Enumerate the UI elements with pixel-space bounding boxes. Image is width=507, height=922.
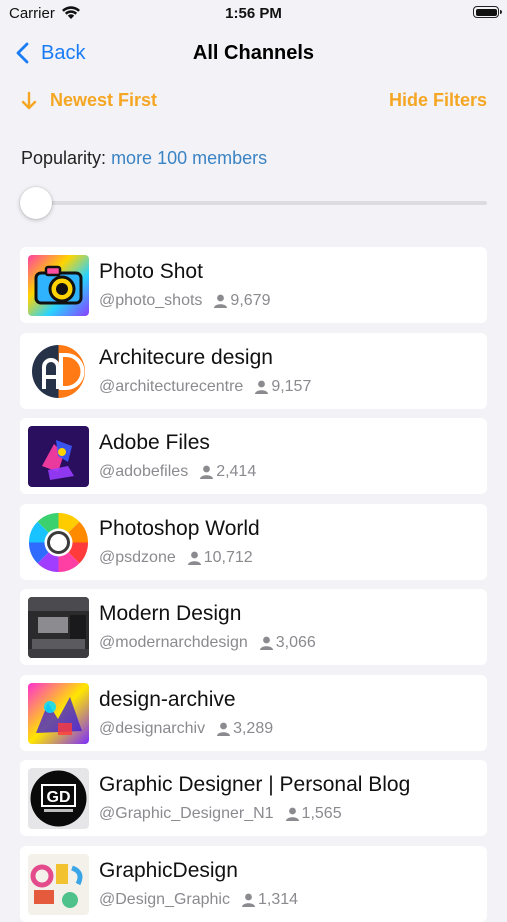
channel-card[interactable]: Photoshop World @psdzone 10,712 [20,503,487,580]
status-bar: Carrier 1:56 PM [0,0,507,28]
channel-meta: @adobefiles 2,414 [99,463,256,481]
member-count: 9,157 [271,377,312,395]
sort-label: Newest First [50,90,158,110]
letters-collage-icon [28,853,89,915]
channel-name: Photo Shot [99,260,203,283]
channel-card[interactable]: Photo Shot @photo_shots 9,679 [20,247,487,323]
popularity-slider[interactable] [20,186,487,220]
member-count: 9,679 [230,292,271,309]
member-count: 2,414 [216,463,257,480]
person-icon [187,551,201,565]
channel-handle: @adobefiles [99,463,189,480]
page-title: All Channels [192,42,315,64]
person-icon [285,807,299,821]
person-icon [200,465,214,479]
channel-name: design-archive [99,687,236,711]
channel-name: Modern Design [99,602,242,625]
person-icon [255,380,269,394]
status-time: 1:56 PM [225,5,282,22]
channel-handle: @photo_shots [99,292,203,309]
navigation-bar: Back All Channels [0,36,507,70]
hide-filters-button[interactable]: Hide Filters [389,90,487,111]
adobe-files-art-icon [28,426,89,487]
popularity-label: Popularity: [21,148,107,168]
svg-text:GD: GD [47,789,71,806]
channel-handle: @designarchiv [99,719,206,737]
sort-button[interactable]: Newest First [20,90,157,111]
channel-meta: @psdzone 10,712 [99,549,253,567]
color-wheel-logo-icon [28,511,89,573]
interior-photo-icon [28,597,89,658]
channel-card[interactable]: GD Graphic Designer | Personal Blog @Gra… [20,760,487,836]
channel-name: Photoshop World [99,516,260,540]
camera-logo-icon [28,255,89,316]
channel-name: GraphicDesign [99,858,238,882]
channel-card[interactable]: GraphicDesign @Design_Graphic 1,314 [20,845,487,922]
person-icon [214,294,228,308]
member-count: 10,712 [203,548,253,566]
channel-handle: @psdzone [99,548,176,566]
member-count: 3,289 [233,719,274,737]
slider-track [20,201,487,205]
channel-meta: @modernarchdesign 3,066 [99,634,316,652]
channel-card[interactable]: Modern Design @modernarchdesign 3,066 [20,589,487,665]
person-icon [259,636,273,650]
colorful-art-icon [28,682,89,744]
channel-card[interactable]: Architecure design @architecturecentre 9… [20,332,487,409]
channel-meta: @photo_shots 9,679 [99,292,270,310]
channel-name: Graphic Designer | Personal Blog [99,773,411,796]
channel-handle: @modernarchdesign [99,634,248,651]
channel-name: Architecure design [99,345,273,369]
ad-monogram-logo-icon [28,340,89,402]
sort-bar: Newest First Hide Filters [0,88,507,116]
channel-meta: @designarchiv 3,289 [99,720,273,738]
channel-card[interactable]: design-archive @designarchiv 3,289 [20,674,487,751]
popularity-value: more 100 members [111,148,268,168]
person-icon [217,722,231,736]
channel-handle: @Graphic_Designer_N1 [99,805,274,822]
battery-icon [473,6,502,18]
slider-thumb[interactable] [20,187,52,219]
channel-name: Adobe Files [99,431,210,454]
arrow-down-icon [21,91,37,109]
channel-card[interactable]: Adobe Files @adobefiles 2,414 [20,418,487,494]
member-count: 3,066 [275,634,316,651]
channel-handle: @architecturecentre [99,377,244,395]
gd-circle-logo-icon: GD [28,768,89,829]
channel-meta: @Graphic_Designer_N1 1,565 [99,805,342,823]
member-count: 1,565 [301,805,342,822]
channel-meta: @architecturecentre 9,157 [99,378,311,396]
popularity-filter: Popularity: more 100 members [21,148,267,169]
